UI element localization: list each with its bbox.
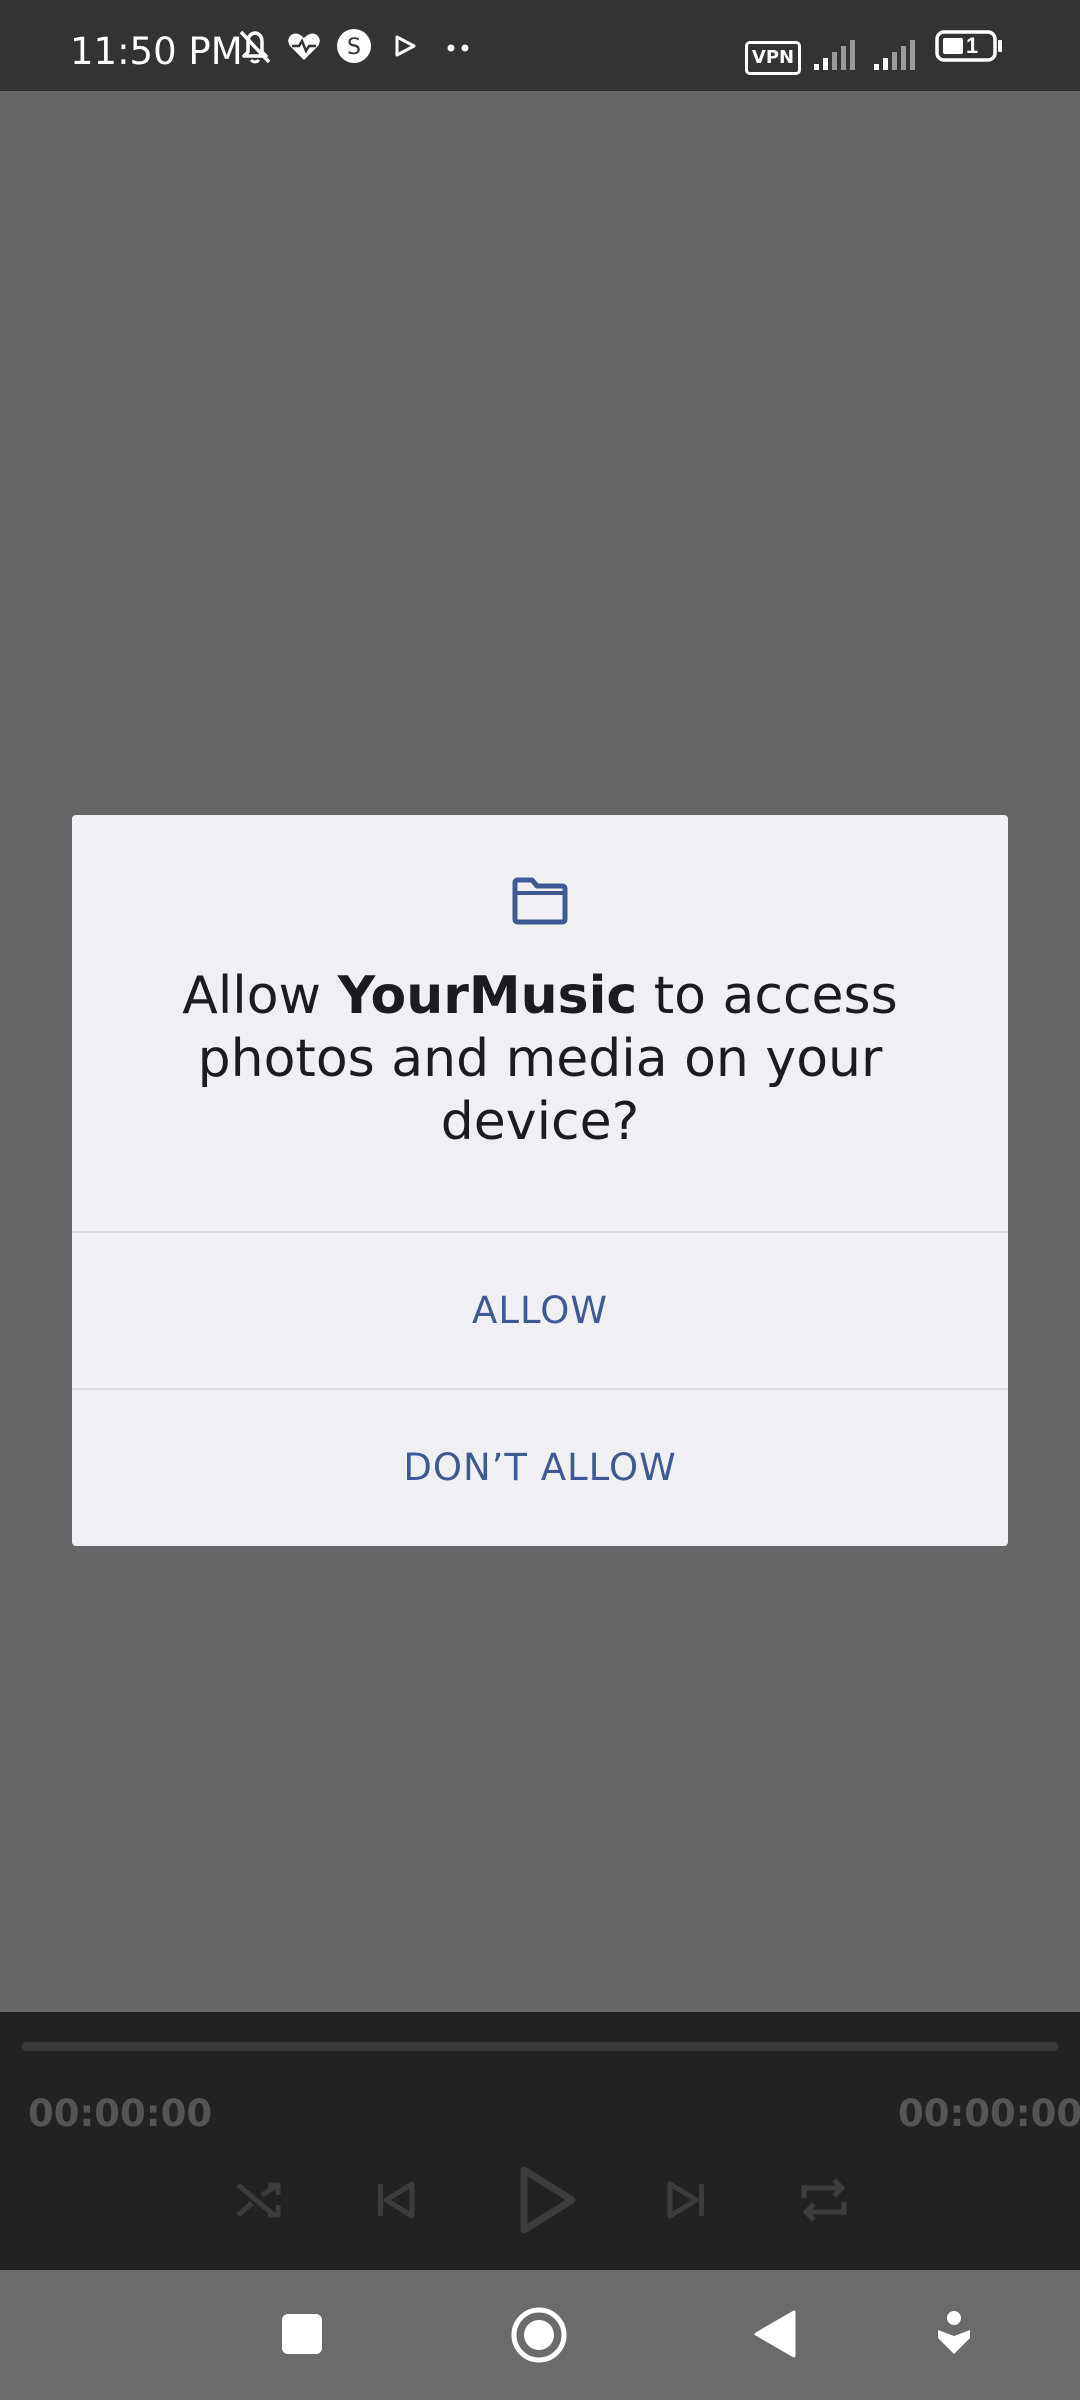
play-icon[interactable] <box>506 2160 586 2240</box>
permission-dialog: Allow YourMusic to access photos and med… <box>72 815 1008 1546</box>
heart-icon <box>288 33 320 60</box>
signal-icon <box>874 40 915 70</box>
svg-text:S: S <box>347 35 361 60</box>
dont-allow-button[interactable]: DON’T ALLOW <box>72 1390 1008 1545</box>
app-name: YourMusic <box>337 966 638 1026</box>
shuffle-icon[interactable] <box>228 2170 288 2230</box>
folder-icon <box>512 877 568 925</box>
repeat-icon[interactable] <box>794 2170 854 2230</box>
home-button[interactable] <box>510 2306 568 2364</box>
accessibility-button[interactable] <box>934 2310 974 2356</box>
more-dots-icon <box>447 44 469 52</box>
system-nav-bar <box>0 2270 1080 2400</box>
title-prefix: Allow <box>182 966 338 1026</box>
recents-button[interactable] <box>280 2312 324 2356</box>
dialog-title: Allow YourMusic to access photos and med… <box>132 965 948 1154</box>
total-duration: 00:00:00 <box>898 2092 1080 2135</box>
next-icon[interactable] <box>656 2170 716 2230</box>
bell-off-icon <box>239 30 271 64</box>
s-app-icon: S <box>337 29 371 63</box>
play-store-icon <box>395 35 416 57</box>
elapsed-time: 00:00:00 <box>28 2092 213 2135</box>
seek-bar[interactable] <box>22 2042 1058 2051</box>
previous-icon[interactable] <box>366 2170 426 2230</box>
status-time: 11:50 PM <box>70 30 243 73</box>
back-button[interactable] <box>752 2308 798 2360</box>
status-bar: 11:50 PM S VPN 1 <box>0 0 1080 91</box>
vpn-badge: VPN <box>745 41 801 75</box>
signal-icon <box>814 40 855 70</box>
battery-level: 1 <box>966 33 979 58</box>
allow-button[interactable]: ALLOW <box>72 1233 1008 1388</box>
